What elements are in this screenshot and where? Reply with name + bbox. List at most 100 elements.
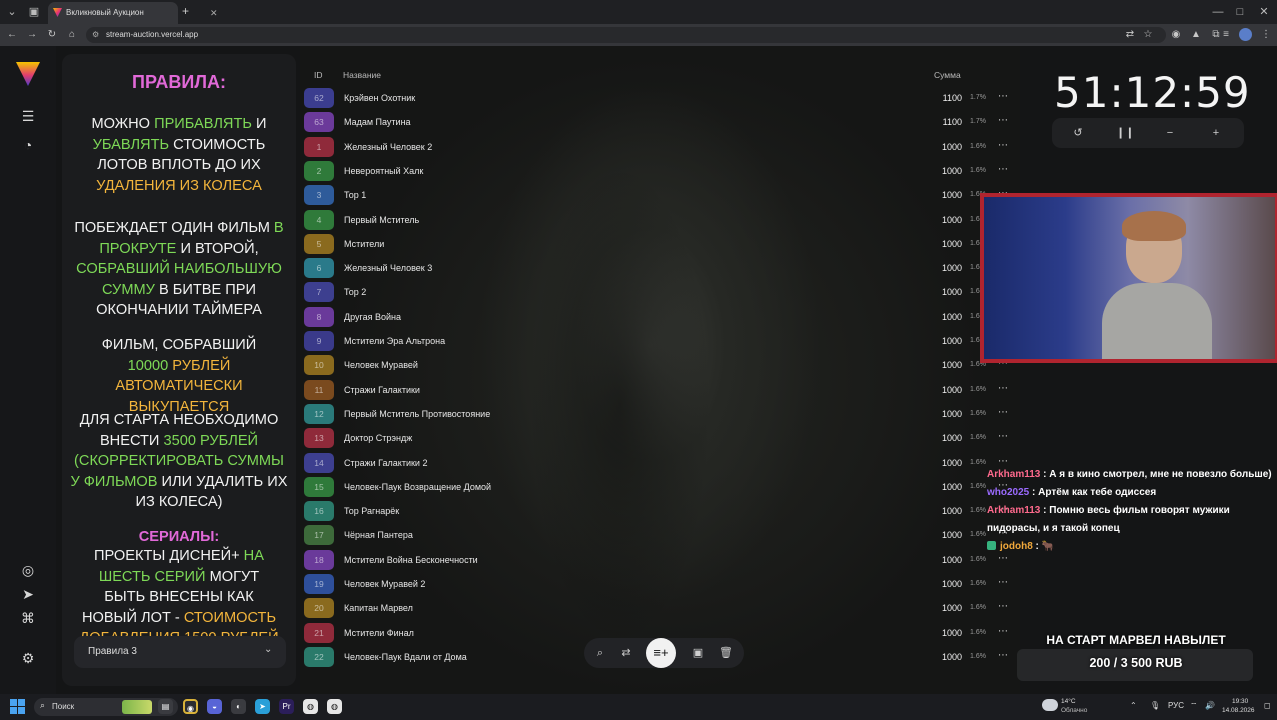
lot-row[interactable]: 1 Железный Человек 2 1000 1.6% ⋯: [304, 136, 1018, 158]
lot-row[interactable]: 62 Крэйвен Охотник 1100 1.7% ⋯: [304, 87, 1018, 109]
lot-name[interactable]: Железный Человек 3: [344, 257, 432, 279]
telegram-app-icon[interactable]: ➤: [255, 699, 270, 714]
lot-sum[interactable]: 1000: [910, 549, 962, 571]
browser-menu-icon[interactable]: ⋮: [1258, 27, 1274, 43]
lot-row[interactable]: 14 Стражи Галактики 2 1000 1.6% ⋯: [304, 452, 1018, 474]
lot-row[interactable]: 11 Стражи Галактики 1000 1.6% ⋯: [304, 379, 1018, 401]
lot-row[interactable]: 12 Первый Мститель Противостояние 1000 1.6%…: [304, 403, 1018, 425]
microphone-icon[interactable]: 🎙: [1150, 701, 1160, 710]
lot-sum[interactable]: 1000: [910, 233, 962, 255]
window-close-icon[interactable]: ✕: [1256, 4, 1272, 20]
lot-name[interactable]: Невероятный Халк: [344, 160, 423, 182]
lot-menu-icon[interactable]: ⋯: [998, 379, 1008, 399]
taskbar-search[interactable]: Поиск: [34, 698, 178, 716]
lot-sum[interactable]: 1000: [910, 160, 962, 182]
lot-sum[interactable]: 1000: [910, 184, 962, 206]
lot-menu-icon[interactable]: ⋯: [998, 403, 1008, 423]
volume-icon[interactable]: 🔊: [1205, 701, 1215, 710]
lot-sum[interactable]: 1000: [910, 306, 962, 328]
column-header-name[interactable]: Название: [343, 70, 381, 80]
lot-sum[interactable]: 1000: [910, 452, 962, 474]
shuffle-icon[interactable]: ⇄: [618, 645, 634, 661]
lot-name[interactable]: Первый Мститель Противостояние: [344, 403, 490, 425]
settings-gear-icon[interactable]: ⚙: [18, 648, 38, 668]
lot-sum[interactable]: 1000: [910, 281, 962, 303]
lot-name[interactable]: Доктор Стрэндж: [344, 427, 412, 449]
lot-row[interactable]: 9Мстители Эра Альтрона10001.6%⋯: [304, 330, 1018, 352]
donation-icon[interactable]: ◎: [18, 560, 38, 580]
lots-list-icon[interactable]: ☰: [18, 106, 38, 126]
discord-icon[interactable]: ◒: [207, 699, 222, 714]
app-logo[interactable]: [16, 62, 40, 86]
lot-name[interactable]: Крэйвен Охотник: [344, 87, 415, 109]
clock-time[interactable]: 19:30: [1232, 698, 1248, 705]
telegram-icon[interactable]: ➤: [18, 584, 38, 604]
lot-sum[interactable]: 1000: [910, 427, 962, 449]
trash-icon[interactable]: 🗑: [718, 645, 734, 661]
new-tab-button[interactable]: +: [182, 4, 189, 18]
translate-icon[interactable]: ⇄: [1122, 27, 1138, 43]
add-lot-button[interactable]: ≡+: [646, 638, 676, 668]
lot-row[interactable]: 19 Человек Муравей 2 1000 1.6% ⋯: [304, 573, 1018, 595]
lot-name[interactable]: Человек-Паук Вдали от Дома: [344, 646, 467, 668]
lot-sum[interactable]: 1000: [910, 403, 962, 425]
lot-name[interactable]: Железный Человек 2: [344, 136, 432, 158]
timer-pause-icon[interactable]: ❙❙: [1116, 125, 1134, 141]
lot-row[interactable]: 16 Тор Рагнарёк 1000 1.6% ⋯: [304, 500, 1018, 522]
lot-row[interactable]: 3Тор 110001.6%⋯: [304, 184, 1018, 206]
lot-menu-icon[interactable]: ⋯: [998, 160, 1008, 180]
lot-name[interactable]: Первый Мститель: [344, 209, 419, 231]
tab-search-icon[interactable]: ⌄: [4, 4, 20, 20]
lot-name[interactable]: Стражи Галактики 2: [344, 452, 427, 474]
lot-row[interactable]: 63 Мадам Паутина 1100 1.7% ⋯: [304, 111, 1018, 133]
lot-row[interactable]: 5Мстители10001.6%⋯: [304, 233, 1018, 255]
lot-name[interactable]: Стражи Галактики: [344, 379, 420, 401]
lot-menu-icon[interactable]: ⋯: [998, 427, 1008, 447]
minimize-icon[interactable]: —: [1210, 4, 1226, 20]
lot-sum[interactable]: 1000: [910, 646, 962, 668]
site-info-icon[interactable]: ⚙: [92, 30, 99, 39]
chat-username[interactable]: Arkham113: [987, 505, 1040, 516]
lot-name[interactable]: Мстители Финал: [344, 622, 414, 644]
lot-menu-icon[interactable]: ⋯: [998, 597, 1008, 617]
lot-name[interactable]: Тор 1: [344, 184, 366, 206]
clock-date[interactable]: 14.08.2026: [1222, 707, 1255, 714]
save-icon[interactable]: ▣: [690, 645, 706, 661]
file-explorer-icon[interactable]: ▤: [158, 699, 173, 714]
lot-row[interactable]: 2 Невероятный Халк 1000 1.6% ⋯: [304, 160, 1018, 182]
lot-sum[interactable]: 1000: [910, 622, 962, 644]
extension-2-icon[interactable]: ▲: [1188, 27, 1204, 43]
lot-name[interactable]: Мстители Эра Альтрона: [344, 330, 445, 352]
search-icon[interactable]: ⌕: [592, 645, 608, 661]
lot-row[interactable]: 15 Человек-Паук Возвращение Домой 1000 1.6%…: [304, 476, 1018, 498]
reload-icon[interactable]: ↻: [44, 27, 60, 43]
maximize-icon[interactable]: □: [1232, 4, 1248, 20]
lot-row[interactable]: 6Железный Человек 310001.6%⋯: [304, 257, 1018, 279]
tab-close-icon[interactable]: ✕: [210, 8, 218, 19]
lot-row[interactable]: 10 Человек Муравей 1000 1.6% ⋯: [304, 354, 1018, 376]
lot-name[interactable]: Тор 2: [344, 281, 366, 303]
lot-sum[interactable]: 1000: [910, 209, 962, 231]
tray-chevron-icon[interactable]: ⌃: [1130, 701, 1137, 710]
address-bar[interactable]: stream-auction.vercel.app: [86, 27, 1166, 43]
bookmark-star-icon[interactable]: ☆: [1140, 27, 1156, 43]
lot-sum[interactable]: 1000: [910, 524, 962, 546]
lot-sum[interactable]: 1000: [910, 500, 962, 522]
network-icon[interactable]: ⌔: [1190, 701, 1198, 711]
browser-tab[interactable]: Вкликновый Аукцион ✕: [48, 2, 218, 24]
windows-start-icon[interactable]: [10, 699, 25, 714]
lot-sum[interactable]: 1000: [910, 573, 962, 595]
timer-reset-icon[interactable]: ↺: [1070, 125, 1086, 141]
lot-row[interactable]: 4Первый Мститель10001.6%⋯: [304, 209, 1018, 231]
notifications-icon[interactable]: ◻: [1264, 701, 1271, 710]
timer-minus-button[interactable]: −: [1162, 125, 1178, 141]
lot-menu-icon[interactable]: ⋯: [998, 136, 1008, 156]
keyboard-language[interactable]: РУС: [1168, 701, 1184, 710]
lot-name[interactable]: Человек-Паук Возвращение Домой: [344, 476, 491, 498]
chrome-icon[interactable]: ◉: [183, 699, 198, 714]
obs-2-icon[interactable]: ◍: [327, 699, 342, 714]
column-header-id[interactable]: ID: [314, 70, 323, 80]
cloud-icon[interactable]: [1042, 699, 1058, 711]
back-icon[interactable]: ←: [4, 27, 20, 43]
lot-name[interactable]: Мстители: [344, 233, 384, 255]
